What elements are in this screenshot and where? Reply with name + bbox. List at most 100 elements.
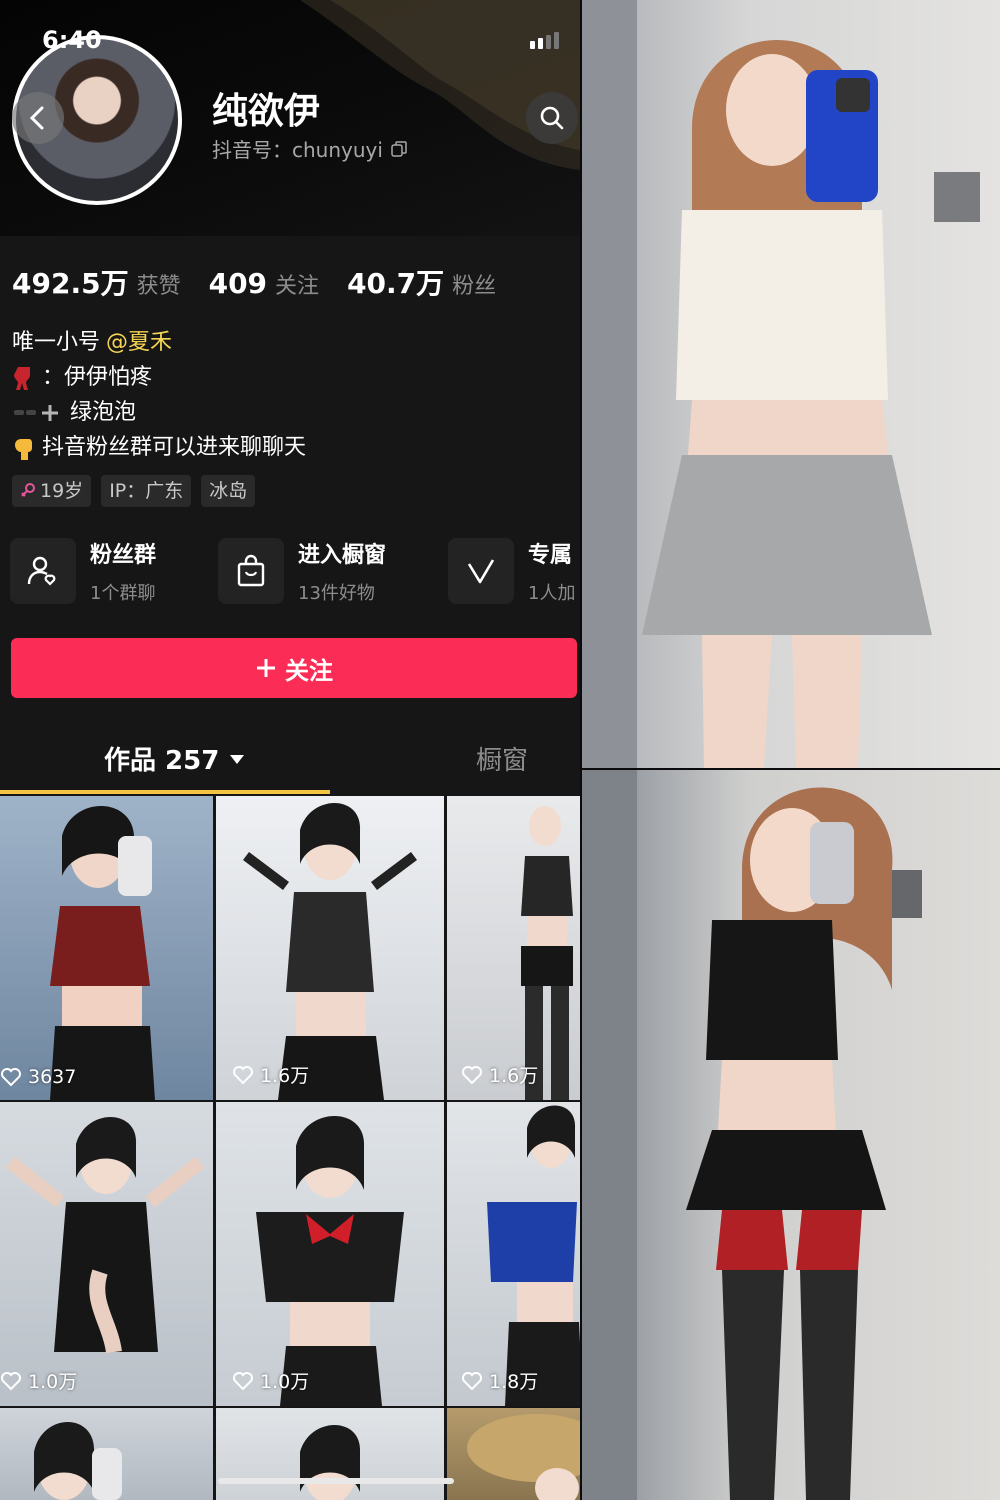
stat-label: 获赞 (136, 274, 181, 299)
thumbnail-image (243, 803, 417, 1100)
age-tag: 19岁 (12, 475, 92, 507)
heart-icon (462, 1371, 482, 1390)
bio-line: ：伊伊怕疼 (12, 360, 306, 395)
like-count-text: 1.8万 (489, 1371, 539, 1393)
stat-followers[interactable]: 40.7万 粉丝 (347, 262, 496, 302)
thumbnail-image (5, 1117, 205, 1354)
active-tab-indicator (0, 790, 330, 794)
stat-value: 40.7万 (347, 267, 445, 300)
feature-row: 粉丝群 1个群聊 进入橱窗 13件好物 专属 1人加 (10, 537, 580, 605)
stat-label: 粉丝 (452, 274, 497, 299)
bio-text: 绿泡泡 (70, 400, 137, 425)
dropdown-triangle-icon (230, 754, 245, 764)
stat-value: 492.5万 (12, 267, 129, 300)
like-count: 1.6万 (232, 1061, 309, 1088)
video-thumbnail[interactable] (216, 1408, 444, 1500)
fan-group-entry[interactable]: 粉丝群 1个群聊 (10, 537, 218, 605)
like-count-text: 1.0万 (28, 1371, 78, 1393)
thumbnail-image (300, 1425, 361, 1500)
video-thumbnail[interactable]: 1.6万 (447, 796, 580, 1100)
like-count: 1.0万 (0, 1367, 77, 1394)
thumbnail-image (256, 1116, 404, 1406)
heart-icon (233, 1371, 253, 1390)
showcase-entry[interactable]: 进入橱窗 13件好物 (218, 537, 426, 605)
video-thumbnail[interactable]: 1.0万 (216, 1102, 444, 1406)
douyin-id[interactable]: 抖音号：chunyuyi (212, 134, 407, 163)
content-tabs: 作品 257 橱窗 (0, 740, 580, 796)
thumbnail-image (50, 806, 155, 1100)
plus-icon (257, 659, 275, 677)
photo-bottom (582, 770, 1000, 1500)
photo-bottom-image (582, 770, 922, 1500)
bio: 唯一小号 @夏禾 ：伊伊怕疼 绿泡泡 抖音粉丝群可以进来聊聊天 (12, 325, 306, 465)
heart-icon (233, 1065, 253, 1084)
profile-screen: 6:40 纯欲伊 抖音号：chunyuyi 492.5万 获赞 409 关注 4… (0, 0, 580, 1500)
video-thumbnail[interactable]: 1.0万 (0, 1102, 213, 1406)
thumbnail-image (467, 1414, 580, 1500)
age-text: 19岁 (40, 480, 84, 502)
like-count: 1.6万 (461, 1061, 538, 1088)
follow-label: 关注 (285, 656, 333, 685)
tab-works-label: 作品 257 (104, 746, 220, 776)
like-count-text: 1.6万 (489, 1065, 539, 1087)
feature-subtitle: 1人加 (528, 583, 576, 604)
douyin-id-text: 抖音号：chunyuyi (212, 138, 383, 162)
ip-tag: IP：广东 (101, 475, 192, 507)
thumbnail-image (521, 806, 573, 1100)
feature-subtitle: 1个群聊 (90, 583, 156, 604)
mention-link[interactable]: @夏禾 (106, 325, 172, 360)
scarf-icon (14, 366, 30, 390)
heart-icon (462, 1065, 482, 1084)
bio-text: 唯一小号 (12, 330, 101, 355)
signal-icon (530, 32, 559, 49)
search-button[interactable] (526, 92, 578, 144)
stats-row: 492.5万 获赞 409 关注 40.7万 粉丝 (12, 262, 496, 302)
back-icon (29, 106, 44, 130)
video-thumbnail[interactable]: 1.6万 (216, 796, 444, 1100)
glasses-plus-icon (14, 404, 58, 421)
bio-line: 唯一小号 @夏禾 (12, 325, 306, 360)
feature-title: 进入橱窗 (298, 543, 387, 568)
back-button[interactable] (12, 92, 64, 144)
tab-showcase[interactable]: 橱窗 (476, 740, 528, 777)
home-indicator (218, 1478, 454, 1484)
shopping-bag-icon (218, 538, 284, 604)
video-thumbnail[interactable] (447, 1408, 580, 1500)
bio-line: 抖音粉丝群可以进来聊聊天 (12, 430, 306, 465)
follow-button[interactable]: 关注 (11, 638, 577, 698)
status-time: 6:40 (42, 26, 102, 54)
search-icon (540, 106, 564, 130)
like-count-text: 3637 (28, 1066, 77, 1088)
photo-top (582, 0, 1000, 768)
feature-title: 专属 (528, 543, 573, 568)
stat-value: 409 (208, 267, 268, 300)
like-count: 1.0万 (232, 1367, 309, 1394)
v-badge-icon (448, 538, 514, 604)
copy-icon[interactable] (391, 140, 407, 157)
pointing-hand-icon (15, 438, 32, 460)
feature-title: 粉丝群 (90, 543, 157, 568)
female-icon (21, 483, 35, 497)
bio-line: 绿泡泡 (12, 395, 306, 430)
like-count: 3637 (0, 1066, 76, 1088)
fan-group-icon (10, 538, 76, 604)
video-thumbnail[interactable]: 3637 (0, 796, 213, 1100)
tab-works[interactable]: 作品 257 (104, 740, 245, 777)
like-count: 1.8万 (461, 1367, 538, 1394)
video-thumbnail[interactable] (0, 1408, 213, 1500)
heart-icon (1, 1068, 21, 1087)
photo-top-image (582, 0, 980, 768)
thumbnail-image (487, 1105, 580, 1406)
stat-label: 关注 (275, 274, 320, 299)
feature-subtitle: 13件好物 (298, 583, 375, 604)
exclusive-entry[interactable]: 专属 1人加 (448, 537, 580, 605)
location-tag[interactable]: 冰岛 (201, 475, 256, 507)
profile-tags: 19岁 IP：广东 冰岛 (12, 475, 256, 507)
stat-likes[interactable]: 492.5万 获赞 (12, 262, 181, 302)
video-thumbnail[interactable]: 1.8万 (447, 1102, 580, 1406)
heart-icon (1, 1371, 21, 1390)
bio-text: 抖音粉丝群可以进来聊聊天 (42, 435, 307, 460)
nickname: 纯欲伊 (212, 91, 321, 132)
like-count-text: 1.0万 (260, 1371, 310, 1393)
stat-following[interactable]: 409 关注 (209, 267, 319, 300)
